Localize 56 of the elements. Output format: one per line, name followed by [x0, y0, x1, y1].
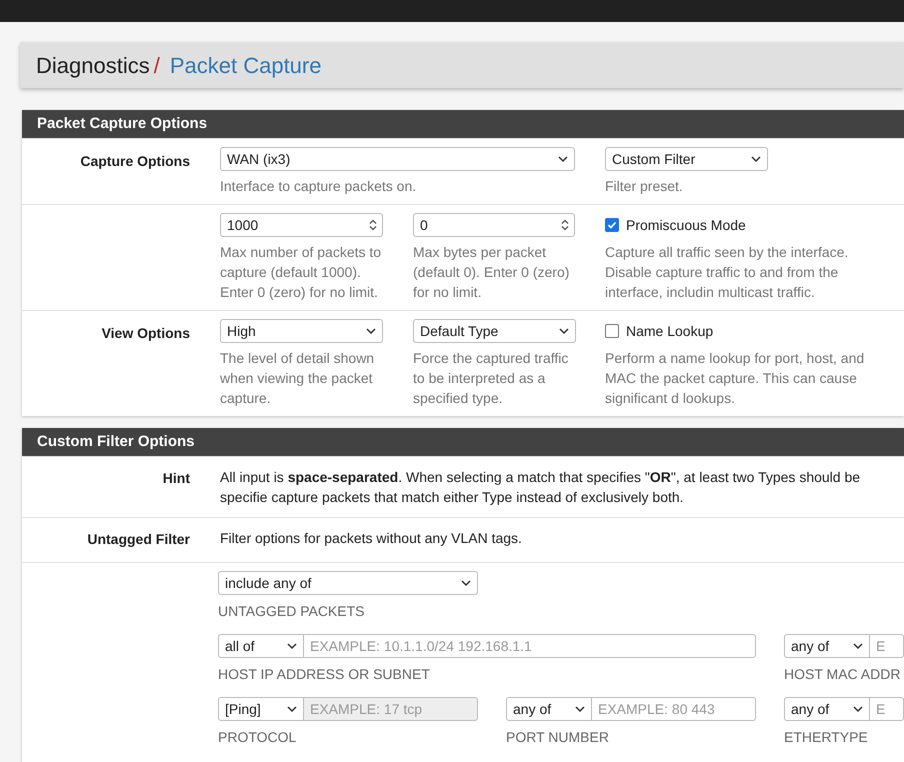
chevron-down-icon — [853, 642, 863, 650]
help-text: The level of detail shown when viewing the packet capture. — [220, 349, 376, 408]
breadcrumb-page[interactable]: Packet Capture — [170, 48, 322, 82]
text-field[interactable]: E — [870, 697, 904, 721]
field-caption: HOST MAC ADDR — [784, 665, 902, 684]
chevron-down-icon — [575, 706, 585, 712]
text-field[interactable]: EXAMPLE: 80 443 — [592, 697, 756, 721]
chevron-down-icon — [461, 580, 471, 586]
field-label: Untagged Filter — [87, 531, 190, 547]
field-caption: PORT NUMBER — [506, 728, 610, 747]
help-text: Filter preset. — [605, 177, 684, 196]
text-field[interactable]: EXAMPLE: 10.1.1.0/24 192.168.1.1 — [304, 634, 756, 658]
help-text: Capture all traffic seen by the interface. Disable capture traffic to and from the interface, includin multicast traffic. — [605, 243, 850, 302]
chevron-down-icon — [558, 156, 568, 162]
help-text: Max bytes per packet (default 0). Enter 0 (zero) for no limit. — [413, 243, 570, 302]
checkbox-label[interactable]: Name Lookup — [626, 320, 714, 342]
field-caption: ETHERTYPE — [784, 728, 869, 747]
chevron-down-icon — [751, 156, 761, 162]
breadcrumb-separator: / — [154, 52, 160, 80]
dropdown[interactable]: WAN (ix3) — [220, 147, 575, 171]
spinner-arrows-icon — [369, 219, 377, 231]
text-field[interactable]: E — [870, 634, 904, 658]
field-caption: HOST IP ADDRESS OR SUBNET — [218, 665, 431, 684]
dropdown[interactable]: High — [220, 319, 383, 343]
help-text: Perform a name lookup for port, host, and MAC the packet capture. This can cause significant d lookups. — [605, 349, 866, 408]
chevron-down-icon — [287, 642, 297, 650]
panel-header: Custom Filter Options — [22, 428, 904, 456]
help-text: Max number of packets to capture (default 1000). Enter 0 (zero) for no limit. — [220, 243, 382, 302]
chevron-down-icon — [853, 706, 863, 712]
help-text: Force the captured traffic to be interpreted as a specified type. — [413, 349, 570, 408]
dropdown[interactable]: any of — [784, 697, 870, 721]
field-caption: PROTOCOL — [218, 728, 298, 747]
checkbox[interactable] — [605, 218, 619, 232]
field-label: Hint — [162, 470, 190, 486]
dropdown[interactable]: Custom Filter — [605, 147, 768, 171]
spinner-arrows-icon — [561, 219, 569, 231]
number-field[interactable]: 1000 — [220, 213, 383, 237]
chevron-down-icon — [559, 328, 569, 334]
field-label: Capture Options — [80, 153, 190, 169]
dropdown[interactable]: any of — [784, 634, 870, 658]
dropdown[interactable]: any of — [506, 697, 592, 721]
checkbox-label[interactable]: Promiscuous Mode — [626, 214, 746, 236]
panel-header: Packet Capture Options — [22, 110, 904, 138]
number-field[interactable]: 0 — [413, 213, 575, 237]
checkbox[interactable] — [605, 324, 619, 338]
dropdown[interactable]: Default Type — [413, 319, 576, 343]
field-label: View Options — [102, 325, 190, 341]
description-text: Filter options for packets without any VLAN tags. — [220, 529, 523, 548]
dropdown[interactable]: include any of — [218, 571, 478, 595]
breadcrumb-section[interactable]: Diagnostics — [36, 48, 150, 82]
dropdown[interactable]: all of — [218, 634, 304, 658]
description-text: All input is space-separated. When selecting a match that specifies "OR", at least two Types should be specifie capture packets that match either Type instead of exclusively both. — [220, 468, 862, 507]
field-caption: UNTAGGED PACKETS — [218, 602, 366, 621]
chevron-down-icon — [287, 706, 297, 712]
chevron-down-icon — [366, 328, 376, 334]
help-text: Interface to capture packets on. — [220, 177, 418, 196]
